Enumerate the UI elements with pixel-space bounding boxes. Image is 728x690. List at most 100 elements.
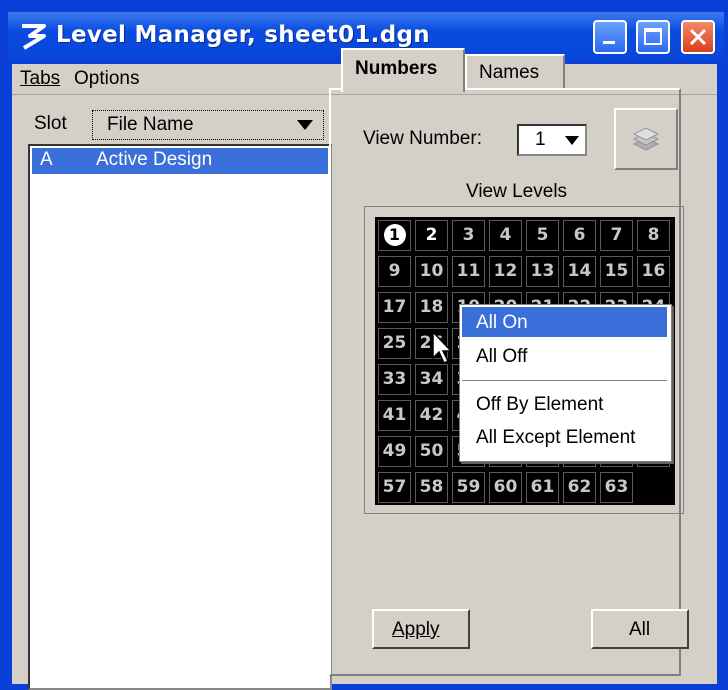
level-cell[interactable]: 12 (489, 256, 522, 287)
level-cell[interactable]: 3 (452, 220, 485, 251)
slot-letter: A (40, 149, 53, 170)
level-cell-number: 50 (419, 441, 444, 461)
menu-item-all-off[interactable]: All Off (462, 341, 667, 371)
layers-icon (632, 127, 660, 151)
level-cell[interactable]: 62 (563, 472, 596, 503)
level-cell[interactable]: 18 (415, 292, 448, 323)
slot-list[interactable]: A Active Design (28, 144, 332, 690)
menu-item-label: All Off (476, 346, 528, 367)
tab-numbers[interactable]: Numbers (341, 48, 465, 92)
level-cell-number: 15 (604, 261, 629, 281)
level-cell[interactable]: 10 (415, 256, 448, 287)
filename-dropdown-value: File Name (107, 114, 194, 135)
slot-panel: Slot File Name A Active Design (12, 110, 332, 690)
maximize-button[interactable] (636, 20, 670, 54)
maximize-icon (644, 28, 662, 45)
microstation-logo-icon (22, 24, 46, 50)
level-cell-number: 5 (536, 225, 549, 245)
level-cell-number: 49 (382, 441, 407, 461)
window-title: Level Manager, sheet01.dgn (56, 22, 430, 48)
menu-item-off-by-element[interactable]: Off By Element (462, 389, 667, 419)
level-cell[interactable]: 58 (415, 472, 448, 503)
level-manager-window: Level Manager, sheet01.dgn Tabs Options … (0, 0, 728, 690)
level-cell[interactable]: 14 (563, 256, 596, 287)
level-cell[interactable]: 60 (489, 472, 522, 503)
level-cell-number: 25 (382, 333, 407, 353)
view-number-label: View Number: (363, 128, 482, 150)
level-cell[interactable]: 6 (563, 220, 596, 251)
menu-tabs[interactable]: Tabs (20, 68, 60, 90)
level-cell-number: 13 (530, 261, 555, 281)
tab-names[interactable]: Names (465, 54, 565, 88)
level-cell-number: 63 (604, 477, 629, 497)
level-cell[interactable]: 15 (600, 256, 633, 287)
menu-item-label: Off By Element (476, 394, 604, 415)
level-cell-number: 33 (382, 369, 407, 389)
level-cell[interactable]: 13 (526, 256, 559, 287)
level-cell[interactable]: 49 (378, 436, 411, 467)
list-item[interactable]: A Active Design (32, 148, 328, 174)
level-cell-number: 7 (610, 225, 623, 245)
level-cell-number: 11 (456, 261, 481, 281)
chevron-down-icon (297, 120, 313, 130)
level-cell[interactable]: 9 (378, 256, 411, 287)
level-cell-number: 16 (641, 261, 666, 281)
level-cell-number: 6 (573, 225, 586, 245)
level-cell[interactable]: 1 (378, 220, 411, 251)
level-cell-number: 62 (567, 477, 592, 497)
close-button[interactable] (681, 20, 715, 54)
context-menu: All On All Off Off By Element All Except… (459, 304, 672, 462)
level-cell-number: 8 (647, 225, 660, 245)
menu-item-label: All On (476, 312, 528, 333)
chevron-down-icon (565, 136, 579, 145)
slot-header: Slot (34, 113, 67, 134)
level-cell[interactable]: 33 (378, 364, 411, 395)
level-cell-number: 61 (530, 477, 555, 497)
level-cell-number: 10 (419, 261, 444, 281)
menu-options-label: Options (74, 68, 140, 89)
level-cell[interactable]: 42 (415, 400, 448, 431)
apply-button[interactable]: Apply (372, 609, 470, 649)
all-button[interactable]: All (591, 609, 689, 649)
level-cell-number: 18 (419, 297, 444, 317)
level-cell[interactable]: 63 (600, 472, 633, 503)
level-cell[interactable]: 8 (637, 220, 670, 251)
level-cell-number: 34 (419, 369, 444, 389)
level-cell[interactable]: 11 (452, 256, 485, 287)
level-cell[interactable]: 16 (637, 256, 670, 287)
level-cell-number: 3 (462, 225, 475, 245)
menu-separator (462, 380, 667, 381)
level-cell[interactable]: 50 (415, 436, 448, 467)
level-cell-number: 42 (419, 405, 444, 425)
level-cell[interactable]: 7 (600, 220, 633, 251)
level-cell[interactable]: 41 (378, 400, 411, 431)
tab-names-label: Names (479, 62, 540, 83)
level-cell-number: 59 (456, 477, 481, 497)
level-cell[interactable]: 59 (452, 472, 485, 503)
minimize-button[interactable] (593, 20, 627, 54)
level-display-button[interactable] (614, 108, 678, 170)
level-cell-number: 41 (382, 405, 407, 425)
level-cell[interactable]: 61 (526, 472, 559, 503)
level-cell[interactable]: 25 (378, 328, 411, 359)
level-cell[interactable]: 17 (378, 292, 411, 323)
level-cell-number: 57 (382, 477, 407, 497)
level-cell[interactable]: 2 (415, 220, 448, 251)
view-number-select[interactable]: 1 (517, 124, 587, 156)
level-cell[interactable]: 5 (526, 220, 559, 251)
level-cell-number: 17 (382, 297, 407, 317)
apply-button-label: Apply (392, 619, 440, 640)
level-cell[interactable]: 4 (489, 220, 522, 251)
menu-item-all-on[interactable]: All On (462, 307, 667, 337)
view-number-value: 1 (535, 129, 546, 150)
level-cell[interactable]: 34 (415, 364, 448, 395)
close-icon (689, 28, 707, 46)
menu-item-all-except-element[interactable]: All Except Element (462, 422, 667, 452)
level-cell[interactable]: 57 (378, 472, 411, 503)
level-cell-number: 4 (499, 225, 512, 245)
view-levels-title: View Levels (466, 181, 568, 202)
menu-item-label: All Except Element (476, 427, 636, 448)
menu-options[interactable]: Options (74, 68, 139, 90)
level-cell-number: 58 (419, 477, 444, 497)
filename-dropdown[interactable]: File Name (92, 110, 324, 140)
